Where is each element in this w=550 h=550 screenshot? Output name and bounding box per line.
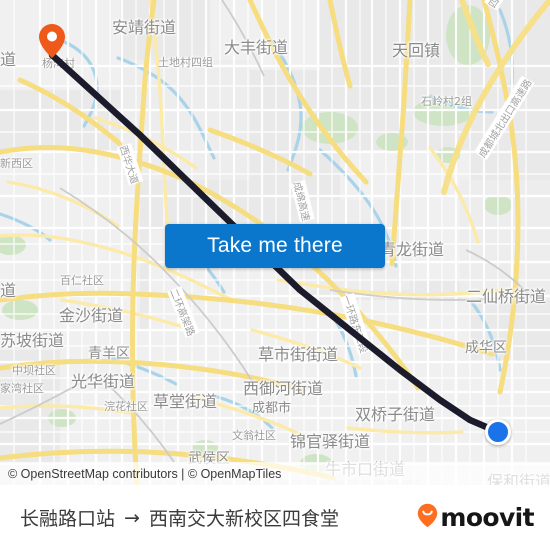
trip-origin[interactable]: 长融路口站 (20, 504, 115, 531)
moovit-logo[interactable]: moovit (417, 485, 535, 550)
trip-summary: 长融路口站 → 西南交大新校区四食堂 (20, 485, 339, 550)
footer-bar: 长融路口站 → 西南交大新校区四食堂 moovit (0, 485, 550, 550)
take-me-there-button[interactable]: Take me there (165, 224, 385, 268)
trip-destination[interactable]: 西南交大新校区四食堂 (149, 504, 339, 531)
arrow-right-icon: → (124, 506, 140, 529)
map-attribution-bar: © OpenStreetMap contributors | © OpenMap… (0, 462, 550, 485)
moovit-wordmark: moovit (440, 503, 534, 532)
origin-map-pin[interactable] (33, 22, 71, 60)
destination-map-dot[interactable] (485, 419, 511, 445)
moovit-pin-icon (417, 503, 438, 533)
moovit-map-page: 安靖街道大丰街道天回镇土地村四组四环路北段石岭村2组道杨湾村西华大道成绵高速新西… (0, 0, 550, 550)
attribution-text[interactable]: © OpenStreetMap contributors | © OpenMap… (0, 467, 281, 481)
map-canvas[interactable]: 安靖街道大丰街道天回镇土地村四组四环路北段石岭村2组道杨湾村西华大道成绵高速新西… (0, 0, 550, 485)
